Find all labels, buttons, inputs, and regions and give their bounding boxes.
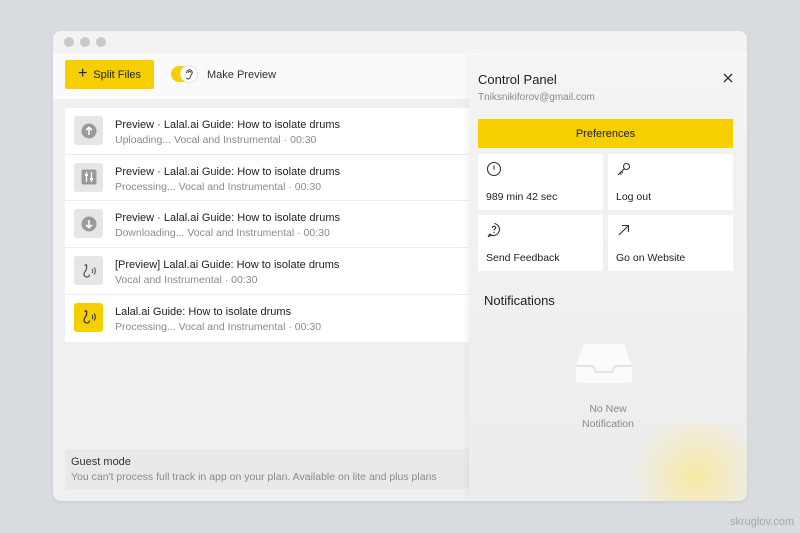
upload-icon bbox=[74, 116, 103, 145]
guest-mode-banner: Guest mode You can't process full track … bbox=[65, 449, 470, 489]
split-files-button[interactable]: + Split Files bbox=[65, 60, 154, 89]
audio-icon bbox=[74, 256, 103, 286]
empty-notification-line-1: No New bbox=[589, 403, 627, 415]
send-feedback-tile[interactable]: Send Feedback bbox=[478, 215, 603, 271]
maximize-window-dot[interactable] bbox=[96, 37, 106, 47]
minimize-window-dot[interactable] bbox=[80, 37, 90, 47]
split-files-label: Split Files bbox=[93, 68, 142, 81]
audio-icon bbox=[74, 302, 103, 332]
file-title: Preview · Lalal.ai Guide: How to isolate… bbox=[115, 119, 340, 131]
file-row[interactable]: [Preview] Lalal.ai Guide: How to isolate… bbox=[65, 248, 470, 295]
make-preview-toggle[interactable] bbox=[171, 65, 198, 83]
file-row[interactable]: Preview · Lalal.ai Guide: How to isolate… bbox=[65, 201, 470, 249]
panel-title: Control Panel bbox=[478, 72, 557, 87]
notifications-heading: Notifications bbox=[484, 293, 555, 308]
user-email: Tniksnikiforov@gmail.com bbox=[478, 92, 595, 103]
processing-icon bbox=[74, 162, 103, 192]
app-window: + Split Files Make Preview Preview · Lal… bbox=[53, 31, 747, 501]
file-status: Processing... Vocal and Instrumental · 0… bbox=[115, 320, 322, 333]
close-icon[interactable] bbox=[721, 71, 735, 85]
file-title: [Preview] Lalal.ai Guide: How to isolate… bbox=[115, 259, 340, 272]
ear-icon bbox=[180, 65, 198, 83]
file-title: Preview · Lalal.ai Guide: How to isolate… bbox=[115, 212, 340, 225]
plus-icon: + bbox=[77, 64, 88, 82]
log-out-tile[interactable]: Log out bbox=[608, 154, 733, 210]
guest-mode-title: Guest mode bbox=[71, 456, 131, 468]
watermark-text: skruglov.com bbox=[730, 516, 794, 528]
empty-notification-message: No New Notification bbox=[469, 402, 747, 432]
file-status: Vocal and Instrumental · 00:30 bbox=[115, 274, 258, 287]
send-feedback-label: Send Feedback bbox=[486, 252, 560, 264]
title-bar bbox=[53, 31, 747, 53]
file-status: Downloading... Vocal and Instrumental · … bbox=[115, 227, 330, 240]
file-list: Preview · Lalal.ai Guide: How to isolate… bbox=[65, 108, 470, 342]
file-row[interactable]: Preview · Lalal.ai Guide: How to isolate… bbox=[65, 155, 470, 202]
file-title: Lalal.ai Guide: How to isolate drums bbox=[115, 305, 292, 318]
go-on-website-label: Go on Website bbox=[616, 252, 686, 264]
file-status: Processing... Vocal and Instrumental · 0… bbox=[115, 180, 322, 193]
guest-mode-text: You can't process full track in app on y… bbox=[71, 471, 437, 483]
decorative-glow bbox=[627, 421, 747, 501]
minutes-balance-tile[interactable]: 989 min 42 sec bbox=[478, 154, 603, 210]
minutes-balance-label: 989 min 42 sec bbox=[486, 191, 558, 203]
make-preview-label: Make Preview bbox=[207, 69, 277, 81]
key-icon bbox=[616, 161, 632, 177]
empty-inbox-icon bbox=[575, 342, 633, 384]
feedback-icon bbox=[486, 222, 502, 238]
download-icon bbox=[74, 209, 103, 239]
preferences-button[interactable]: Preferences bbox=[478, 119, 733, 148]
file-status: Uploading... Vocal and Instrumental · 00… bbox=[115, 134, 317, 146]
external-link-icon bbox=[616, 222, 632, 238]
file-row[interactable]: Lalal.ai Guide: How to isolate drums Pro… bbox=[65, 295, 470, 342]
empty-notification-line-2: Notification bbox=[582, 418, 634, 430]
go-on-website-tile[interactable]: Go on Website bbox=[608, 215, 733, 271]
clock-icon bbox=[486, 161, 502, 177]
close-window-dot[interactable] bbox=[64, 37, 74, 47]
file-title: Preview · Lalal.ai Guide: How to isolate… bbox=[115, 165, 340, 178]
log-out-label: Log out bbox=[616, 191, 652, 203]
file-row[interactable]: Preview · Lalal.ai Guide: How to isolate… bbox=[65, 108, 470, 155]
control-panel: Control Panel Tniksnikiforov@gmail.com P… bbox=[469, 56, 747, 501]
